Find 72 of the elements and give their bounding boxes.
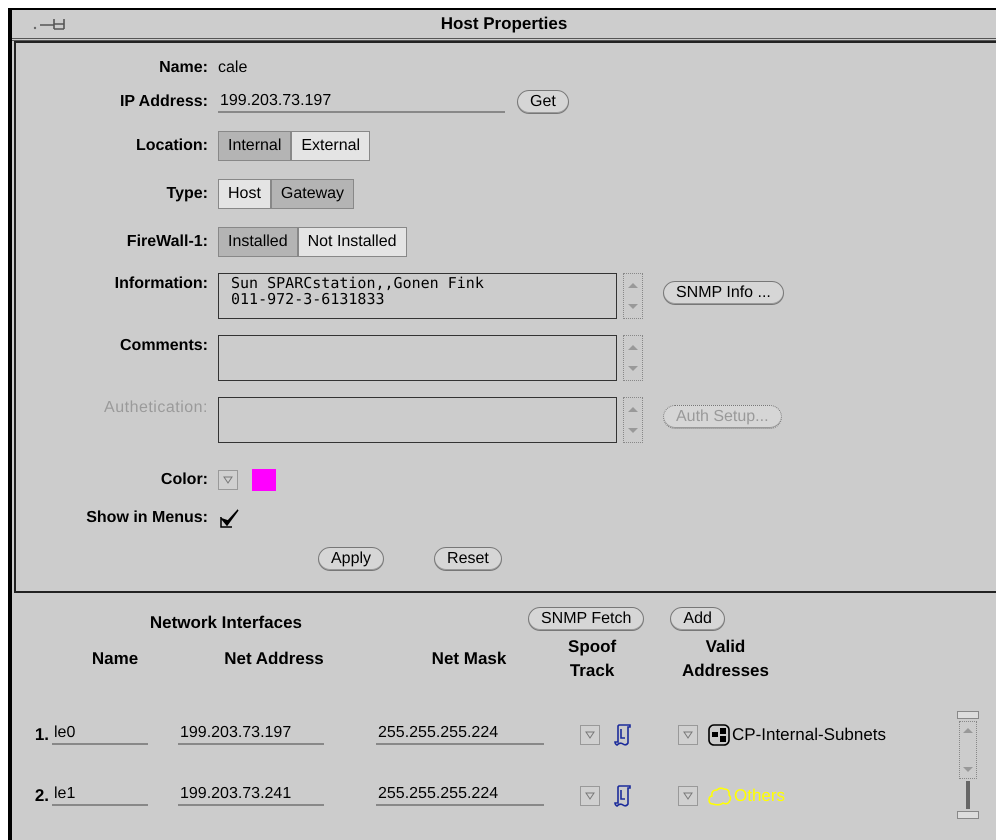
- field-label: Location:: [135, 137, 208, 155]
- column-header: Net Mask: [430, 648, 508, 670]
- segment-option[interactable]: Host: [218, 179, 271, 209]
- scroll-icon: [614, 784, 632, 808]
- action-button[interactable]: Apply: [318, 547, 384, 571]
- dropdown-button[interactable]: [218, 470, 238, 490]
- segment-option[interactable]: Internal: [218, 131, 292, 161]
- cloud-icon: [708, 786, 732, 806]
- field-label: FireWall-1:: [126, 233, 208, 251]
- caret-icon: [585, 792, 595, 800]
- down-arrow-icon[interactable]: [627, 303, 639, 311]
- caret-icon: [585, 730, 595, 738]
- scrollbar-top-cap[interactable]: [957, 711, 979, 719]
- field-label: Color:: [160, 471, 208, 489]
- scroll-arrows[interactable]: [623, 273, 643, 319]
- scroll-arrows[interactable]: [623, 335, 643, 381]
- text-area[interactable]: Sun SPARCstation,,Gonen Fink 011-972-3-6131833: [218, 273, 617, 319]
- scrollbar-bottom-cap[interactable]: [957, 811, 979, 819]
- scroll-arrows[interactable]: [623, 397, 643, 443]
- up-arrow-icon[interactable]: [627, 281, 639, 289]
- up-arrow-icon[interactable]: [627, 405, 639, 413]
- network-group-icon: [708, 724, 730, 746]
- action-button[interactable]: Add: [670, 607, 725, 631]
- column-header: Net Address: [223, 648, 325, 670]
- action-button[interactable]: Reset: [434, 547, 502, 571]
- name-field[interactable]: le0: [52, 724, 148, 745]
- ip-address-field[interactable]: 199.203.73.197: [218, 92, 505, 112]
- scroll-arrows[interactable]: [959, 721, 977, 779]
- field-label: Show in Menus:: [85, 509, 208, 527]
- field-label: Type:: [166, 185, 208, 203]
- window-title: Host Properties: [440, 14, 568, 34]
- section-title: Network Interfaces: [148, 613, 303, 633]
- valid-address-label: CP-Internal-Subnets: [732, 724, 886, 744]
- action-button[interactable]: SNMP Fetch: [528, 607, 644, 631]
- field-label: IP Address:: [118, 93, 208, 111]
- up-arrow-icon[interactable]: [962, 726, 974, 734]
- side-button[interactable]: SNMP Info ...: [663, 281, 784, 305]
- checkbox[interactable]: [220, 508, 240, 528]
- scrollbar-thumb[interactable]: [966, 781, 970, 809]
- up-arrow-icon[interactable]: [627, 343, 639, 351]
- field-label: Information:: [114, 275, 208, 293]
- segment-option[interactable]: Gateway: [270, 179, 354, 209]
- dropdown-button[interactable]: [580, 786, 600, 806]
- column-header: Spoof Track: [568, 636, 616, 682]
- net-address-field[interactable]: 199.203.73.197: [178, 724, 324, 745]
- get-button[interactable]: Get: [517, 90, 569, 114]
- scroll-icon: [614, 722, 632, 746]
- valid-address-label: Others: [734, 786, 786, 806]
- down-arrow-icon[interactable]: [962, 766, 974, 774]
- text-area[interactable]: [218, 335, 617, 381]
- down-arrow-icon[interactable]: [627, 365, 639, 373]
- field-label: Name:: [158, 59, 208, 77]
- dropdown-button[interactable]: [580, 724, 600, 744]
- name-field[interactable]: le1: [52, 785, 148, 806]
- field-label: Comments:: [118, 337, 208, 355]
- segment-option[interactable]: External: [291, 131, 370, 161]
- segment-option[interactable]: Not Installed: [298, 227, 407, 257]
- column-header: Name: [90, 648, 140, 670]
- dropdown-button[interactable]: [678, 786, 698, 806]
- column-header: Valid Addresses: [682, 636, 769, 682]
- dropdown-button[interactable]: [678, 724, 698, 744]
- segment-option[interactable]: Installed: [218, 227, 298, 257]
- net-mask-field[interactable]: 255.255.255.224: [376, 724, 544, 745]
- down-arrow-icon[interactable]: [627, 427, 639, 435]
- row-number: 1.: [34, 724, 50, 744]
- caret-icon: [223, 476, 233, 484]
- row-number: 2.: [34, 786, 50, 806]
- caret-icon: [683, 792, 693, 800]
- host-name: cale: [218, 59, 248, 77]
- caret-icon: [683, 730, 693, 738]
- net-mask-field[interactable]: 255.255.255.224: [376, 785, 544, 806]
- net-address-field[interactable]: 199.203.73.241: [178, 785, 324, 806]
